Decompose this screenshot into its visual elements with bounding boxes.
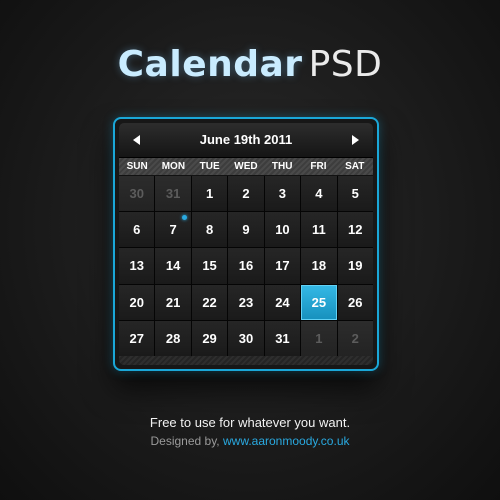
day-cell[interactable]: 22 bbox=[191, 284, 228, 320]
credit-label: Designed by, bbox=[150, 434, 223, 448]
weekday-label: MON bbox=[161, 161, 186, 172]
day-number: 4 bbox=[315, 186, 323, 202]
day-number: 7 bbox=[169, 222, 177, 238]
day-cell[interactable]: 1 bbox=[301, 320, 337, 356]
day-number: 24 bbox=[275, 294, 290, 310]
day-cell[interactable]: 5 bbox=[337, 176, 373, 212]
event-dot-icon bbox=[181, 215, 187, 221]
day-number: 17 bbox=[275, 258, 290, 274]
day-cell[interactable]: 11 bbox=[301, 212, 337, 248]
day-number: 26 bbox=[348, 294, 363, 310]
triangle-right-icon bbox=[352, 135, 359, 145]
credit-line: Designed by, www.aaronmoody.co.uk bbox=[0, 434, 500, 448]
day-cell[interactable]: 6 bbox=[119, 212, 155, 248]
day-cell[interactable]: 31 bbox=[155, 176, 191, 212]
day-cell[interactable]: 30 bbox=[228, 320, 264, 356]
day-number: 14 bbox=[165, 258, 181, 274]
author-link[interactable]: www.aaronmoody.co.uk bbox=[223, 434, 350, 448]
calendar-widget: June 19th 2011 SUN MON TUE WED THU FRI SAT 30 3… bbox=[113, 117, 379, 371]
title-calendar: Calendar bbox=[117, 44, 303, 85]
day-cell[interactable]: 13 bbox=[119, 248, 155, 284]
day-number: 3 bbox=[278, 186, 287, 202]
day-cell[interactable]: 4 bbox=[301, 176, 337, 212]
day-cell[interactable]: 2 bbox=[337, 320, 373, 356]
prev-month-button[interactable] bbox=[129, 132, 145, 148]
day-cell[interactable]: 15 bbox=[191, 248, 228, 284]
calendar-body: June 19th 2011 SUN MON TUE WED THU FRI SAT 30 3… bbox=[119, 123, 373, 365]
triangle-left-icon bbox=[133, 135, 140, 145]
day-cell[interactable]: 12 bbox=[337, 212, 373, 248]
day-cell[interactable]: 18 bbox=[301, 248, 337, 284]
day-number: 5 bbox=[351, 186, 359, 202]
day-cell[interactable]: 21 bbox=[155, 284, 191, 320]
day-cell[interactable]: 30 bbox=[119, 176, 155, 212]
day-number: 31 bbox=[165, 186, 181, 202]
day-cell[interactable]: 10 bbox=[264, 212, 301, 248]
day-cell[interactable]: 1 bbox=[191, 176, 228, 212]
day-number: 10 bbox=[275, 222, 290, 238]
day-number: 31 bbox=[275, 330, 290, 346]
day-number: 28 bbox=[165, 330, 181, 346]
day-cell[interactable]: 28 bbox=[155, 320, 191, 356]
next-month-button[interactable] bbox=[347, 132, 363, 148]
day-number: 8 bbox=[205, 222, 214, 238]
day-number: 16 bbox=[238, 258, 254, 274]
weekday-label: SAT bbox=[345, 161, 365, 172]
page-title: Calendar PSD bbox=[0, 44, 500, 85]
day-cell[interactable]: 14 bbox=[155, 248, 191, 284]
day-cell[interactable]: 23 bbox=[228, 284, 264, 320]
day-cell[interactable]: 9 bbox=[228, 212, 264, 248]
day-number: 25 bbox=[311, 294, 327, 310]
month-label: June 19th 2011 bbox=[199, 132, 293, 147]
day-number: 13 bbox=[129, 258, 144, 274]
weekday-row: SUN MON TUE WED THU FRI SAT bbox=[119, 158, 373, 175]
day-cell[interactable]: 26 bbox=[337, 284, 373, 320]
day-number: 2 bbox=[242, 186, 250, 202]
weekday-label: TUE bbox=[199, 161, 220, 172]
day-number: 6 bbox=[133, 222, 141, 238]
title-psd: PSD bbox=[308, 44, 383, 85]
day-cell[interactable]: 27 bbox=[119, 320, 155, 356]
day-number: 30 bbox=[238, 330, 254, 346]
day-cell-selected[interactable]: 25 bbox=[301, 284, 337, 320]
day-cell[interactable]: 17 bbox=[264, 248, 301, 284]
day-number: 23 bbox=[238, 294, 254, 310]
day-number: 20 bbox=[129, 294, 144, 310]
calendar-footer-bar bbox=[119, 356, 373, 365]
day-number: 11 bbox=[311, 222, 326, 238]
day-number: 18 bbox=[311, 258, 327, 274]
day-cell[interactable]: 16 bbox=[228, 248, 264, 284]
weekday-label: THU bbox=[271, 161, 293, 172]
day-cell[interactable]: 31 bbox=[264, 320, 301, 356]
calendar-header: June 19th 2011 bbox=[119, 123, 373, 158]
weekday-label: SUN bbox=[126, 161, 148, 172]
day-grid: 30 31 1 2 3 4 5 6 7 8 9 10 11 12 13 14 15 16 17 18 19 20 21 22 2… bbox=[119, 176, 373, 356]
tagline: Free to use for whatever you want. bbox=[149, 415, 351, 430]
day-cell[interactable]: 3 bbox=[264, 176, 301, 212]
day-cell[interactable]: 19 bbox=[337, 248, 373, 284]
day-cell[interactable]: 8 bbox=[191, 212, 228, 248]
day-number: 19 bbox=[348, 258, 363, 274]
day-number: 2 bbox=[351, 330, 359, 346]
weekday-label: WED bbox=[234, 161, 258, 172]
weekday-label: FRI bbox=[310, 161, 327, 172]
day-number: 22 bbox=[202, 294, 217, 310]
day-cell[interactable]: 7 bbox=[155, 212, 191, 248]
day-number: 1 bbox=[205, 186, 214, 202]
day-number: 29 bbox=[202, 330, 217, 346]
day-number: 21 bbox=[165, 294, 181, 310]
day-number: 1 bbox=[315, 330, 323, 346]
day-number: 9 bbox=[242, 222, 250, 238]
day-cell[interactable]: 24 bbox=[264, 284, 301, 320]
day-cell[interactable]: 29 bbox=[191, 320, 228, 356]
day-number: 27 bbox=[129, 330, 144, 346]
day-cell[interactable]: 2 bbox=[228, 176, 264, 212]
day-cell[interactable]: 20 bbox=[119, 284, 155, 320]
day-number: 30 bbox=[129, 186, 144, 202]
day-number: 15 bbox=[202, 258, 217, 274]
day-number: 12 bbox=[348, 222, 363, 238]
